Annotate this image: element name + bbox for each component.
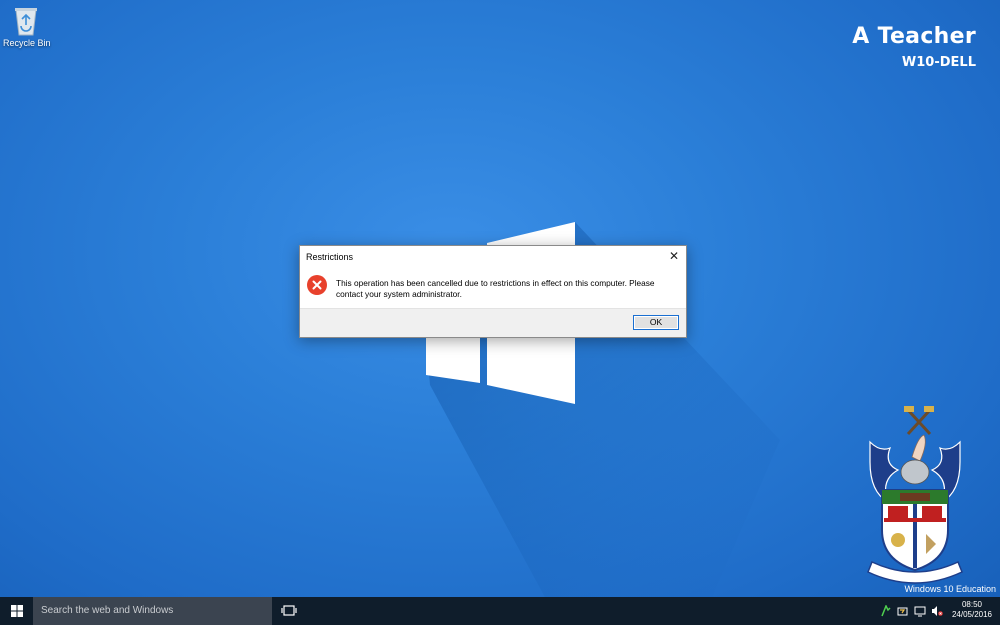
dialog-body: This operation has been cancelled due to…	[300, 266, 686, 308]
clock-date: 24/05/2016	[951, 610, 992, 619]
volume-muted-icon[interactable]	[931, 605, 943, 617]
windows-logo-icon	[11, 605, 23, 617]
taskbar: Search the web and Windows 08:50 24/05/2…	[0, 597, 1000, 625]
school-crest-logo	[860, 402, 970, 584]
desktop-icon-recycle-bin[interactable]: Recycle Bin	[3, 4, 51, 48]
task-view-icon	[281, 605, 297, 616]
user-name: A Teacher	[852, 24, 976, 49]
error-icon	[307, 275, 327, 295]
dialog-footer: OK	[300, 308, 686, 337]
ok-button[interactable]: OK	[633, 315, 679, 330]
task-view-button[interactable]	[280, 603, 298, 619]
dialog-close-button[interactable]: ✕	[662, 246, 686, 266]
windows-edition-label: Windows 10 Education	[904, 584, 996, 594]
search-input[interactable]: Search the web and Windows	[33, 597, 272, 625]
clock[interactable]: 08:50 24/05/2016	[952, 600, 992, 620]
machine-name: W10-DELL	[901, 55, 976, 70]
search-placeholder: Search the web and Windows	[41, 605, 174, 616]
recycle-bin-label: Recycle Bin	[3, 38, 51, 48]
start-button[interactable]	[0, 597, 33, 625]
restrictions-dialog: Restrictions ✕ This operation has been c…	[299, 245, 687, 338]
display-icon[interactable]	[914, 605, 926, 617]
system-tray: 08:50 24/05/2016	[870, 597, 1000, 625]
dialog-title: Restrictions	[306, 252, 354, 262]
dialog-message: This operation has been cancelled due to…	[336, 278, 655, 299]
recycle-bin-icon	[11, 4, 41, 36]
clock-time: 08:50	[961, 600, 982, 609]
power-icon[interactable]	[897, 605, 909, 617]
network-icon[interactable]	[880, 605, 892, 617]
user-info: A Teacher W10-DELL	[852, 24, 976, 70]
